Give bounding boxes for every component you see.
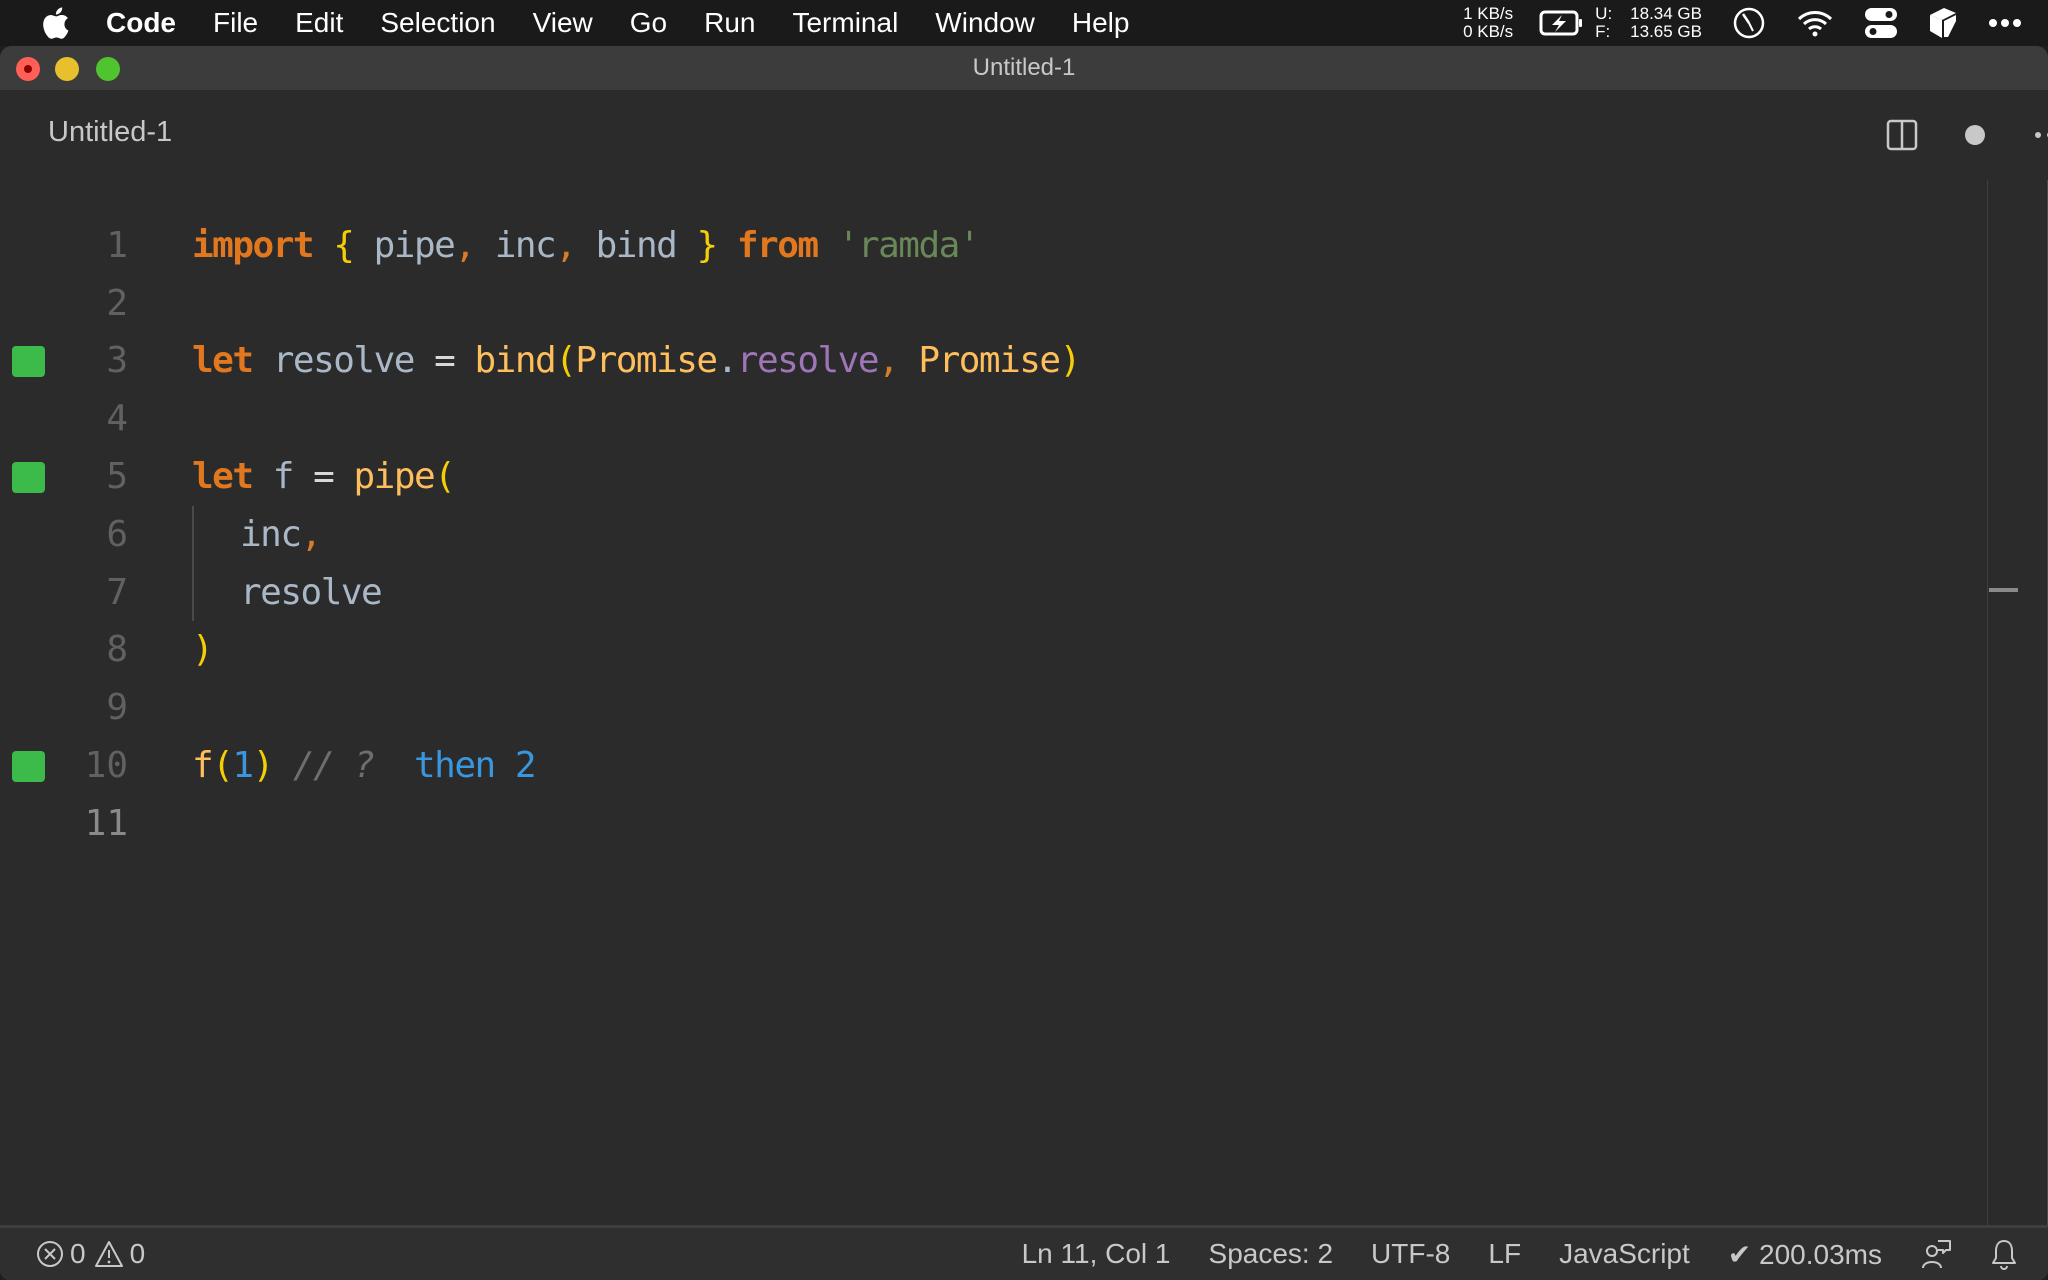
line-number: 1 bbox=[106, 225, 128, 266]
code-editor[interactable]: 1 import { pipe, inc, bind } from 'ramda… bbox=[0, 180, 2018, 1228]
notifications-bell-icon[interactable] bbox=[1990, 1238, 2018, 1270]
warning-icon bbox=[94, 1240, 124, 1268]
menu-help[interactable]: Help bbox=[1072, 7, 1130, 39]
menu-go[interactable]: Go bbox=[630, 7, 667, 39]
title-bar[interactable]: Untitled-1 bbox=[0, 46, 2048, 90]
vertical-scrollbar[interactable] bbox=[1987, 180, 2018, 1228]
menu-file[interactable]: File bbox=[213, 7, 258, 39]
code-line[interactable]: 6 inc, bbox=[0, 506, 2018, 564]
network-speed[interactable]: 1 KB/s 0 KB/s bbox=[1463, 5, 1513, 41]
coverage-marker bbox=[12, 751, 45, 782]
line-number: 4 bbox=[106, 398, 128, 439]
encoding[interactable]: UTF-8 bbox=[1371, 1238, 1450, 1270]
macos-menu-bar: Code File Edit Selection View Go Run Ter… bbox=[0, 0, 2048, 46]
network-down: 0 KB/s bbox=[1463, 22, 1514, 41]
error-icon bbox=[36, 1240, 64, 1268]
code-line[interactable]: 7 resolve bbox=[0, 564, 2018, 622]
code-line[interactable]: 5 let f = pipe( bbox=[0, 448, 2018, 506]
more-menu-icon[interactable] bbox=[1988, 18, 2022, 28]
control-center-icon[interactable] bbox=[1864, 7, 1898, 39]
line-content[interactable]: f(1) // ? then 2 bbox=[192, 737, 537, 795]
line-content[interactable]: import { pipe, inc, bind } from 'ramda' bbox=[192, 217, 980, 275]
line-number: 11 bbox=[84, 803, 128, 844]
line-content[interactable]: ) bbox=[192, 621, 214, 679]
coverage-marker bbox=[12, 462, 45, 493]
code-line[interactable]: 4 bbox=[0, 390, 2018, 448]
unsaved-dot-icon[interactable] bbox=[1957, 117, 1993, 153]
split-editor-icon[interactable] bbox=[1884, 117, 1920, 153]
menu-selection[interactable]: Selection bbox=[380, 7, 495, 39]
line-number: 7 bbox=[106, 572, 128, 613]
language-mode[interactable]: JavaScript bbox=[1559, 1238, 1690, 1270]
line-number: 6 bbox=[106, 514, 128, 555]
line-number: 5 bbox=[106, 456, 128, 497]
status-tray: 1 KB/s 0 KB/s U: F: 18.34 GB 13.65 GB bbox=[1463, 0, 2048, 46]
code-line[interactable]: 10 f(1) // ? then 2 bbox=[0, 737, 2018, 795]
line-number: 3 bbox=[106, 340, 128, 381]
cursor-position-marker bbox=[1989, 588, 2018, 592]
code-line[interactable]: 3 let resolve = bind(Promise.resolve, Pr… bbox=[0, 332, 2018, 390]
memory-used-label: U: bbox=[1595, 4, 1613, 23]
line-number: 2 bbox=[106, 283, 128, 324]
menu-window[interactable]: Window bbox=[935, 7, 1035, 39]
memory-usage[interactable]: U: F: 18.34 GB 13.65 GB bbox=[1595, 5, 1702, 41]
line-number: 8 bbox=[106, 629, 128, 670]
cursor-position[interactable]: Ln 11, Col 1 bbox=[1022, 1238, 1171, 1270]
line-content[interactable]: resolve bbox=[240, 564, 383, 622]
app-indicator-icon[interactable] bbox=[1928, 7, 1958, 39]
line-content[interactable]: let f = pipe( bbox=[192, 448, 456, 506]
line-content[interactable]: let resolve = bind(Promise.resolve, Prom… bbox=[192, 332, 1081, 390]
indentation[interactable]: Spaces: 2 bbox=[1209, 1238, 1334, 1270]
memory-free: 13.65 GB bbox=[1630, 22, 1702, 41]
warning-count: 0 bbox=[129, 1238, 146, 1269]
menu-run[interactable]: Run bbox=[704, 7, 755, 39]
menu-app-name[interactable]: Code bbox=[106, 7, 176, 39]
line-content[interactable]: inc, bbox=[240, 506, 322, 564]
wifi-icon[interactable] bbox=[1796, 9, 1834, 37]
coverage-marker bbox=[12, 346, 45, 377]
inline-result: then 2 bbox=[414, 745, 537, 786]
end-of-line[interactable]: LF bbox=[1488, 1238, 1521, 1270]
tab-untitled-1[interactable]: Untitled-1 bbox=[48, 116, 172, 149]
line-number: 9 bbox=[106, 687, 128, 728]
code-line[interactable]: 9 bbox=[0, 679, 2018, 737]
vscode-window: Untitled-1 Untitled-1 1 import { pipe, i… bbox=[0, 46, 2048, 1280]
code-line-current[interactable]: 11 bbox=[0, 795, 2018, 853]
status-bar-right: Ln 11, Col 1 Spaces: 2 UTF-8 LF JavaScri… bbox=[1022, 1228, 2018, 1280]
code-line[interactable]: 8 ) bbox=[0, 621, 2018, 679]
clock-icon[interactable] bbox=[1732, 6, 1766, 40]
window-title: Untitled-1 bbox=[972, 54, 1076, 81]
menu-terminal[interactable]: Terminal bbox=[792, 7, 898, 39]
menu-view[interactable]: View bbox=[533, 7, 593, 39]
line-number: 10 bbox=[84, 745, 128, 786]
error-count: 0 bbox=[70, 1238, 86, 1269]
status-bar: 0 0 Ln 11, Col 1 Spaces: 2 UTF-8 LF Java… bbox=[0, 1225, 2048, 1280]
more-actions-icon[interactable] bbox=[2032, 117, 2048, 153]
quokka-timing[interactable]: ✔ 200.03ms bbox=[1728, 1238, 1882, 1271]
battery-charging-icon[interactable] bbox=[1539, 10, 1585, 36]
memory-used: 18.34 GB bbox=[1630, 4, 1702, 23]
feedback-icon[interactable] bbox=[1920, 1238, 1952, 1270]
menu-edit[interactable]: Edit bbox=[295, 7, 343, 39]
network-up: 1 KB/s bbox=[1463, 4, 1514, 23]
problems-indicator[interactable]: 0 0 bbox=[36, 1228, 153, 1280]
editor-tab-bar: Untitled-1 bbox=[0, 90, 2048, 180]
memory-free-label: F: bbox=[1595, 22, 1611, 41]
code-line[interactable]: 1 import { pipe, inc, bind } from 'ramda… bbox=[0, 217, 2018, 275]
code-line[interactable]: 2 bbox=[0, 275, 2018, 333]
apple-logo-icon[interactable] bbox=[40, 6, 80, 40]
